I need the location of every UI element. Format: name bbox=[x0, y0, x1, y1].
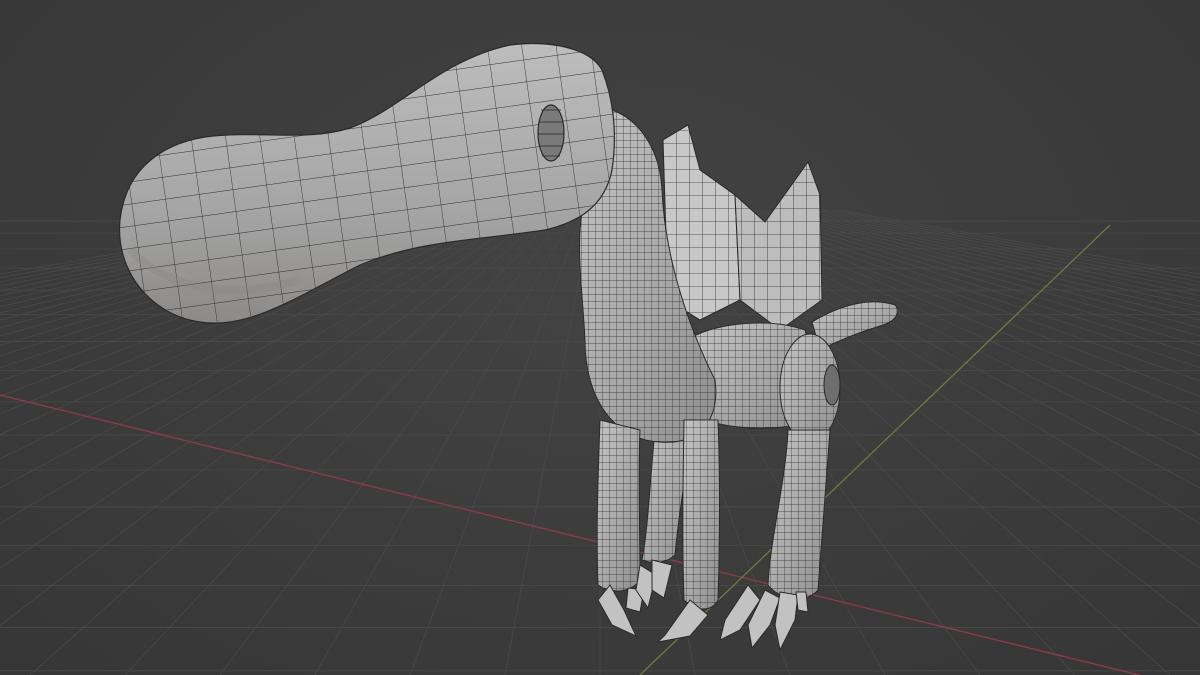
front-leg-left[interactable] bbox=[596, 419, 641, 592]
hip-joint[interactable] bbox=[779, 333, 841, 443]
creature-model[interactable] bbox=[118, 42, 899, 652]
front-leg-right[interactable] bbox=[682, 419, 720, 610]
grid-line bbox=[767, 209, 1200, 321]
grid-line bbox=[807, 209, 1200, 291]
grid-line bbox=[783, 209, 1200, 308]
head[interactable] bbox=[118, 42, 615, 324]
grid-line bbox=[504, 209, 593, 675]
grid-line bbox=[831, 209, 1200, 279]
back-leg-right[interactable] bbox=[767, 429, 831, 600]
3d-viewport[interactable] bbox=[0, 0, 1200, 675]
viewport-canvas[interactable] bbox=[0, 0, 1200, 675]
grid-line bbox=[314, 209, 577, 675]
grid-line bbox=[409, 209, 585, 675]
grid-line bbox=[775, 209, 1200, 314]
wing-right[interactable] bbox=[734, 160, 823, 331]
eye[interactable] bbox=[537, 104, 565, 162]
